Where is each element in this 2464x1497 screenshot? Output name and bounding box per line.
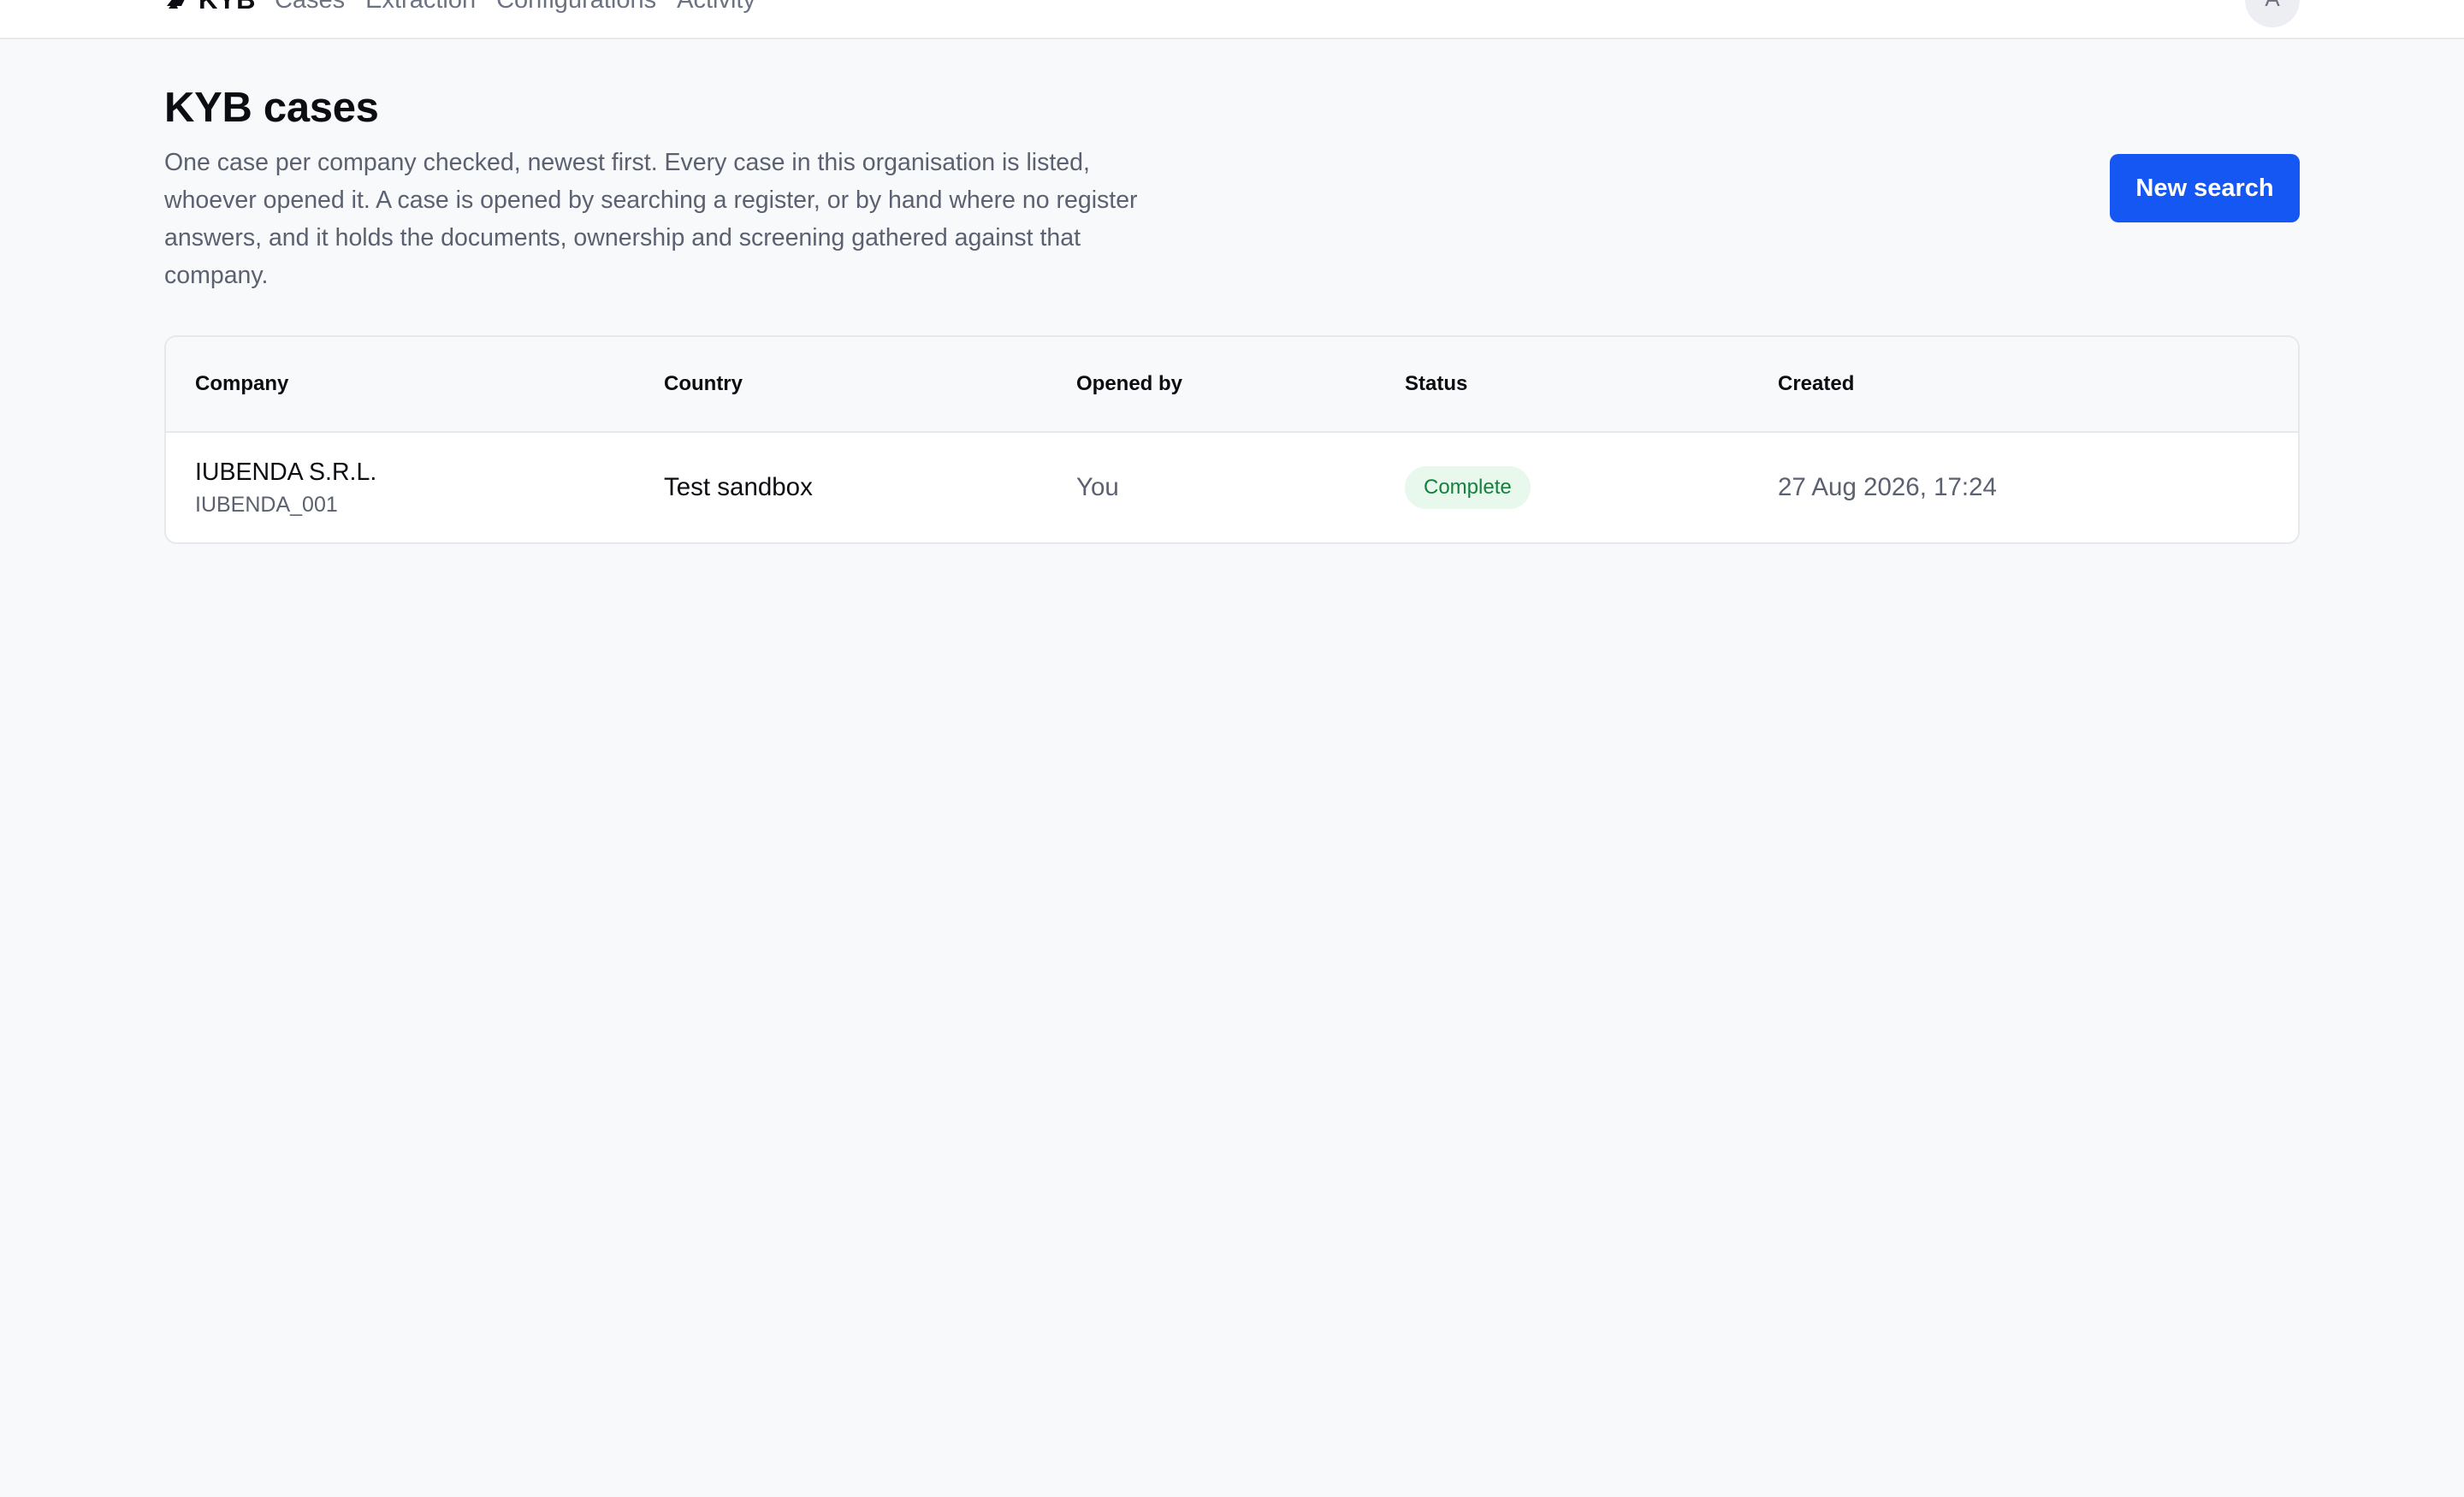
- country-value: Test sandbox: [664, 473, 813, 501]
- page-title: KYB cases: [164, 85, 379, 131]
- status-badge: Complete: [1405, 466, 1531, 509]
- nav-container: KYB Cases Extraction Configurations Acti…: [164, 0, 776, 17]
- cases-table: Company Country Opened by Status Created…: [164, 335, 2300, 544]
- opened-by-value: You: [1076, 473, 1119, 501]
- column-header-opened-by: Opened by: [1076, 372, 1183, 395]
- nav-link-activity[interactable]: Activity: [677, 0, 755, 15]
- page-description: One case per company checked, newest fir…: [164, 149, 1138, 289]
- brand-home-link[interactable]: KYB: [164, 0, 256, 15]
- company-identifier: IUBENDA_001: [195, 493, 338, 517]
- table-row[interactable]: IUBENDA S.R.L. IUBENDA_001 Test sandbox …: [166, 433, 2298, 542]
- created-timestamp: 27 Aug 2026, 17:24: [1778, 473, 1997, 501]
- column-header-created: Created: [1778, 372, 1855, 395]
- cell-status: Complete: [1405, 433, 1531, 542]
- brand-name: KYB: [198, 0, 256, 15]
- nav-link-configurations[interactable]: Configurations: [496, 0, 656, 15]
- cell-company: IUBENDA S.R.L. IUBENDA_001: [195, 433, 376, 542]
- company-name: IUBENDA S.R.L.: [195, 459, 377, 486]
- nav-link-cases[interactable]: Cases: [275, 0, 345, 15]
- cell-created: 27 Aug 2026, 17:24: [1778, 433, 1997, 542]
- nav-link-extraction[interactable]: Extraction: [365, 0, 476, 15]
- column-header-country: Country: [664, 372, 743, 395]
- column-header-company: Company: [195, 372, 289, 395]
- user-avatar[interactable]: A: [2245, 0, 2300, 27]
- column-header-status: Status: [1405, 372, 1468, 395]
- top-navigation-bar: KYB Cases Extraction Configurations Acti…: [0, 0, 2464, 39]
- table-header-row: Company Country Opened by Status Created: [166, 337, 2298, 433]
- kyb-logo-icon: [167, 0, 185, 9]
- cell-country: Test sandbox: [664, 433, 813, 542]
- cell-opened-by: You: [1076, 433, 1119, 542]
- new-search-button[interactable]: New search: [2110, 154, 2300, 222]
